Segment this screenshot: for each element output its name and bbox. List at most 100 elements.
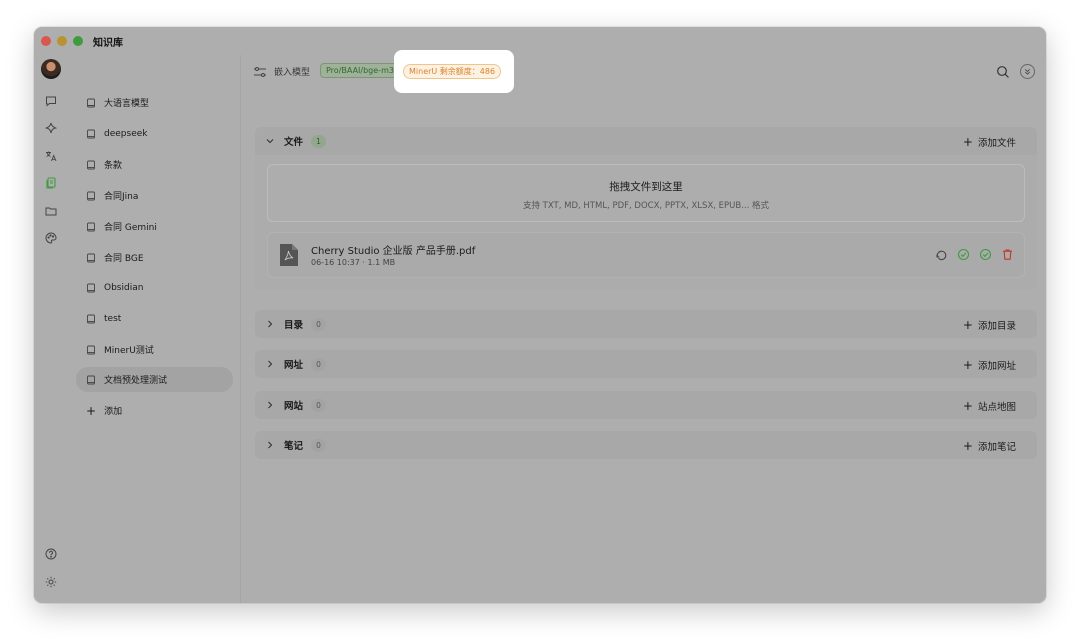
dropzone-title: 拖拽文件到这里 xyxy=(609,181,683,193)
book-icon xyxy=(87,253,95,262)
add-note-button[interactable]: + 添加笔记 xyxy=(963,439,1016,453)
chat-icon[interactable] xyxy=(43,93,59,109)
folder-icon[interactable] xyxy=(43,203,59,219)
pdf-file-icon xyxy=(280,244,298,266)
add-label: 添加 xyxy=(104,407,123,417)
help-icon[interactable] xyxy=(43,546,59,562)
section-title: 笔记 xyxy=(284,441,304,452)
kb-item-label: deepseek xyxy=(104,128,148,139)
kb-item-label: MinerU测试 xyxy=(104,346,154,356)
maximize-window-button[interactable] xyxy=(73,36,83,46)
embed-model-label: 嵌入模型 xyxy=(274,68,311,78)
palette-icon[interactable] xyxy=(43,230,59,246)
kb-item-contract-jina[interactable]: 合同Jina xyxy=(76,183,233,208)
add-url-label: 添加网址 xyxy=(977,361,1016,372)
site-count-badge: 0 xyxy=(311,398,327,412)
sliders-icon[interactable] xyxy=(253,66,267,78)
section-title: 网站 xyxy=(284,401,304,412)
kb-item-deepseek[interactable]: deepseek xyxy=(76,121,233,146)
icon-sidebar xyxy=(34,55,68,603)
kb-item-label: test xyxy=(104,313,122,324)
knowledge-icon[interactable] xyxy=(43,175,59,191)
book-icon xyxy=(87,375,95,384)
url-count-badge: 0 xyxy=(311,357,327,371)
mineru-quota-tag: MinerU 剩余额度：486 xyxy=(403,64,502,79)
kb-item-contract-gemini[interactable]: 合同 Gemini xyxy=(76,214,233,239)
window-controls xyxy=(41,36,83,46)
expand-menu-button[interactable] xyxy=(1020,64,1035,79)
file-row[interactable]: Cherry Studio 企业版 产品手册.pdf 06-16 10:37 ·… xyxy=(267,232,1025,278)
file-name: Cherry Studio 企业版 产品手册.pdf xyxy=(311,246,476,257)
check-circle-icon xyxy=(979,248,992,261)
sitemap-label: 站点地图 xyxy=(977,402,1016,413)
kb-item-label: 合同 Gemini xyxy=(104,223,157,233)
kb-item-terms[interactable]: 条款 xyxy=(76,152,233,177)
urls-section-header[interactable]: 网址 0 + 添加网址 xyxy=(255,350,1037,378)
kb-item-obsidian[interactable]: Obsidian xyxy=(76,275,233,300)
files-section-header[interactable]: 文件 1 + 添加文件 xyxy=(255,127,1037,155)
settings-icon[interactable] xyxy=(43,601,59,603)
kb-item-label: 条款 xyxy=(104,161,123,171)
add-file-label: 添加文件 xyxy=(977,138,1016,149)
mineru-quota-highlight: MinerU 剩余额度：486 xyxy=(394,50,514,93)
plus-icon: + xyxy=(962,358,973,372)
file-dropzone[interactable]: 拖拽文件到这里 支持 TXT, MD, HTML, PDF, DOCX, PPT… xyxy=(267,164,1025,222)
book-icon xyxy=(87,222,95,231)
window-title: 知识库 xyxy=(93,37,123,49)
sitemap-button[interactable]: + 站点地图 xyxy=(963,399,1016,413)
notes-section-header[interactable]: 笔记 0 + 添加笔记 xyxy=(255,431,1037,459)
check-circle-icon xyxy=(957,248,970,261)
chevron-right-icon xyxy=(268,441,273,449)
book-icon xyxy=(87,283,95,292)
plus-icon: + xyxy=(86,403,97,418)
section-title: 网址 xyxy=(284,360,304,371)
directory-section-header[interactable]: 目录 0 + 添加目录 xyxy=(255,310,1037,338)
plus-icon: + xyxy=(962,318,973,332)
file-count-badge: 1 xyxy=(311,134,327,148)
plus-icon: + xyxy=(962,439,973,453)
add-note-label: 添加笔记 xyxy=(977,442,1016,453)
toolbar: 嵌入模型 Pro/BAAI/bge-m3 xyxy=(241,55,1046,89)
book-icon xyxy=(87,98,95,107)
translate-icon[interactable] xyxy=(43,148,59,164)
book-icon xyxy=(87,160,95,169)
file-actions xyxy=(935,248,1014,261)
add-file-button[interactable]: + 添加文件 xyxy=(963,135,1016,149)
sparkle-icon[interactable] xyxy=(43,120,59,136)
search-icon[interactable] xyxy=(996,65,1010,79)
chevron-right-icon xyxy=(268,320,273,328)
sites-section-header[interactable]: 网站 0 + 站点地图 xyxy=(255,391,1037,419)
kb-item-doc-preprocess-test[interactable]: 文档预处理测试 xyxy=(76,367,233,392)
files-section-body: 拖拽文件到这里 支持 TXT, MD, HTML, PDF, DOCX, PPT… xyxy=(255,155,1037,290)
minimize-window-button[interactable] xyxy=(57,36,67,46)
add-url-button[interactable]: + 添加网址 xyxy=(963,358,1016,372)
add-knowledge-base-button[interactable]: + 添加 xyxy=(76,398,233,423)
title-bar: 知识库 xyxy=(34,27,1046,55)
chevron-down-icon xyxy=(266,139,274,144)
section-title: 目录 xyxy=(284,320,304,331)
close-window-button[interactable] xyxy=(41,36,51,46)
kb-item-mineru-test[interactable]: MinerU测试 xyxy=(76,337,233,362)
dropzone-subtitle: 支持 TXT, MD, HTML, PDF, DOCX, PPTX, XLSX,… xyxy=(522,201,770,211)
theme-icon[interactable] xyxy=(43,574,59,590)
refresh-icon[interactable] xyxy=(935,248,948,261)
knowledge-main: 嵌入模型 Pro/BAAI/bge-m3 文件 1 + 添加文件 拖拽文件到这里… xyxy=(241,55,1046,603)
plus-icon: + xyxy=(962,135,973,149)
section-title: 文件 xyxy=(284,137,304,148)
kb-item-label: 合同 BGE xyxy=(104,254,144,264)
chevron-right-icon xyxy=(268,401,273,409)
kb-item-test[interactable]: test xyxy=(76,306,233,331)
chevron-right-icon xyxy=(268,360,273,368)
kb-item-label: 文档预处理测试 xyxy=(104,376,168,386)
kb-item-label: Obsidian xyxy=(104,282,144,293)
kb-item-contract-bge[interactable]: 合同 BGE xyxy=(76,245,233,270)
book-icon xyxy=(87,345,95,354)
delete-icon[interactable] xyxy=(1001,248,1014,261)
avatar[interactable] xyxy=(41,59,61,79)
file-meta: 06-16 10:37 · 1.1 MB xyxy=(311,258,396,267)
kb-item-llm[interactable]: 大语言模型 xyxy=(76,90,233,115)
add-directory-button[interactable]: + 添加目录 xyxy=(963,318,1016,332)
app-window: 知识库 大语言模型 deepseek 条款 合同Jina 合同 Gemini 合… xyxy=(34,27,1046,603)
kb-item-label: 合同Jina xyxy=(104,192,139,202)
embed-model-tag: Pro/BAAI/bge-m3 xyxy=(320,63,400,78)
